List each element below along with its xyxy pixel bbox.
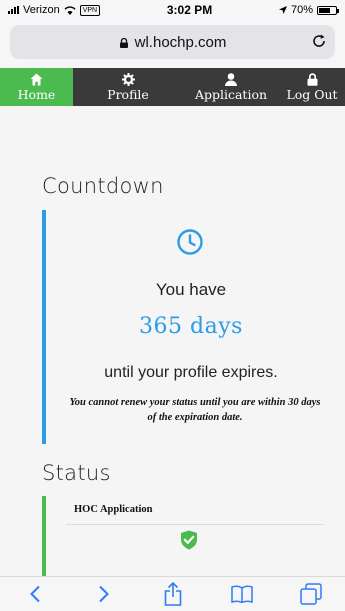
- divider: [66, 524, 324, 525]
- chevron-right-icon: [98, 585, 109, 603]
- share-button[interactable]: [153, 579, 193, 609]
- location-arrow-icon: [278, 6, 287, 14]
- browser-toolbar: [0, 576, 345, 611]
- wifi-icon: [64, 5, 76, 15]
- lock-icon: [119, 38, 128, 48]
- renewal-note: You cannot renew your status until you a…: [69, 397, 321, 423]
- countdown-title: Countdown: [42, 174, 164, 198]
- you-have-text: You have: [155, 280, 227, 299]
- vpn-badge: VPN: [79, 4, 101, 16]
- book-icon: [230, 585, 253, 603]
- share-icon: [164, 582, 181, 606]
- address-bar[interactable]: wl.hochp.com: [10, 25, 335, 59]
- back-button[interactable]: [15, 579, 55, 609]
- nav-application-label: Application: [194, 86, 268, 102]
- status-title: Status: [42, 461, 111, 485]
- nav-profile[interactable]: Profile: [73, 68, 183, 106]
- signal-icon: [8, 6, 19, 14]
- chevron-left-icon: [29, 585, 40, 603]
- battery-percent: 70%: [290, 4, 313, 16]
- battery-group: 70%: [278, 4, 339, 16]
- countdown-card: You have 365 days until your profile exp…: [42, 210, 332, 444]
- page-content: Countdown You have 365 days until your p…: [0, 106, 345, 576]
- status-card: HOC Application: [42, 496, 332, 576]
- nav-home-label: Home: [17, 86, 56, 102]
- carrier-group: Verizon VPN: [8, 4, 101, 16]
- carrier-name: Verizon: [23, 4, 60, 16]
- clock-time: 3:02 PM: [166, 3, 213, 17]
- reload-icon[interactable]: [311, 33, 327, 49]
- nav-application[interactable]: Application: [183, 68, 279, 106]
- person-icon: [225, 72, 237, 86]
- lock-icon: [307, 72, 317, 86]
- gear-icon: [121, 72, 135, 86]
- nav-profile-label: Profile: [107, 86, 149, 102]
- nav-home[interactable]: Home: [0, 68, 73, 106]
- bookmarks-button[interactable]: [222, 579, 262, 609]
- home-icon: [30, 73, 43, 85]
- check-shield-icon: [181, 530, 197, 550]
- nav-logout-label: Log Out: [286, 86, 338, 102]
- tabs-button[interactable]: [291, 579, 331, 609]
- expiry-text: until your profile expires.: [104, 364, 278, 381]
- ios-status-bar: Verizon VPN 3:02 PM 70%: [0, 0, 345, 20]
- site-nav: Home Profile Application Log Out: [0, 68, 345, 106]
- url-text: wl.hochp.com: [134, 33, 227, 51]
- nav-logout[interactable]: Log Out: [279, 68, 345, 106]
- tabs-icon: [299, 583, 322, 605]
- browser-address-area: wl.hochp.com: [0, 20, 345, 68]
- forward-button[interactable]: [84, 579, 124, 609]
- battery-icon: [317, 5, 339, 15]
- clock-icon: [177, 229, 203, 255]
- days-remaining: 365 days: [139, 314, 243, 339]
- battery-fill: [319, 7, 331, 13]
- hoc-application-label: HOC Application: [74, 504, 153, 515]
